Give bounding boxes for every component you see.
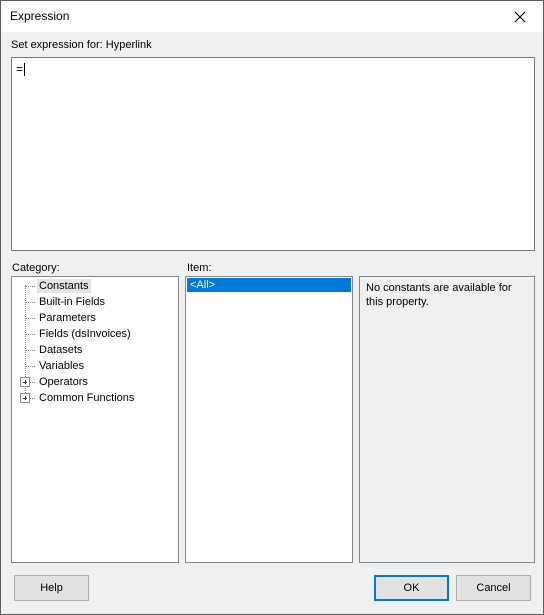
help-button[interactable]: Help xyxy=(14,575,89,601)
tree-item-constants[interactable]: Constants xyxy=(12,278,178,294)
item-label: Item: xyxy=(187,262,212,274)
item-list[interactable]: <All> xyxy=(185,276,353,563)
close-button[interactable] xyxy=(497,1,543,32)
text-caret xyxy=(24,63,26,77)
category-tree[interactable]: Constants Built-in Fields Parameters Fie… xyxy=(11,276,179,563)
description-panel: No constants are available for this prop… xyxy=(359,276,535,563)
tree-item-operators[interactable]: Operators xyxy=(12,374,178,390)
ok-button[interactable]: OK xyxy=(374,575,449,601)
cancel-button[interactable]: Cancel xyxy=(456,575,531,601)
expand-icon[interactable] xyxy=(20,393,30,403)
expression-target-label: Set expression for: Hyperlink xyxy=(11,39,152,51)
list-item-all[interactable]: <All> xyxy=(187,278,351,292)
title-bar: Expression xyxy=(1,1,543,32)
tree-item-fields[interactable]: Fields (dsInvoices) xyxy=(12,326,178,342)
tree-item-built-in-fields[interactable]: Built-in Fields xyxy=(12,294,178,310)
tree-item-common-functions[interactable]: Common Functions xyxy=(12,390,178,406)
expression-dialog: Expression Set expression for: Hyperlink… xyxy=(0,0,544,615)
tree-item-parameters[interactable]: Parameters xyxy=(12,310,178,326)
description-text: No constants are available for this prop… xyxy=(366,282,512,308)
expression-text[interactable]: = xyxy=(16,62,26,77)
category-label: Category: xyxy=(12,262,60,274)
tree-item-variables[interactable]: Variables xyxy=(12,358,178,374)
expression-editor[interactable]: = xyxy=(11,57,535,251)
close-icon xyxy=(514,11,526,22)
expand-icon[interactable] xyxy=(20,377,30,387)
tree-item-datasets[interactable]: Datasets xyxy=(12,342,178,358)
window-title: Expression xyxy=(10,9,70,23)
